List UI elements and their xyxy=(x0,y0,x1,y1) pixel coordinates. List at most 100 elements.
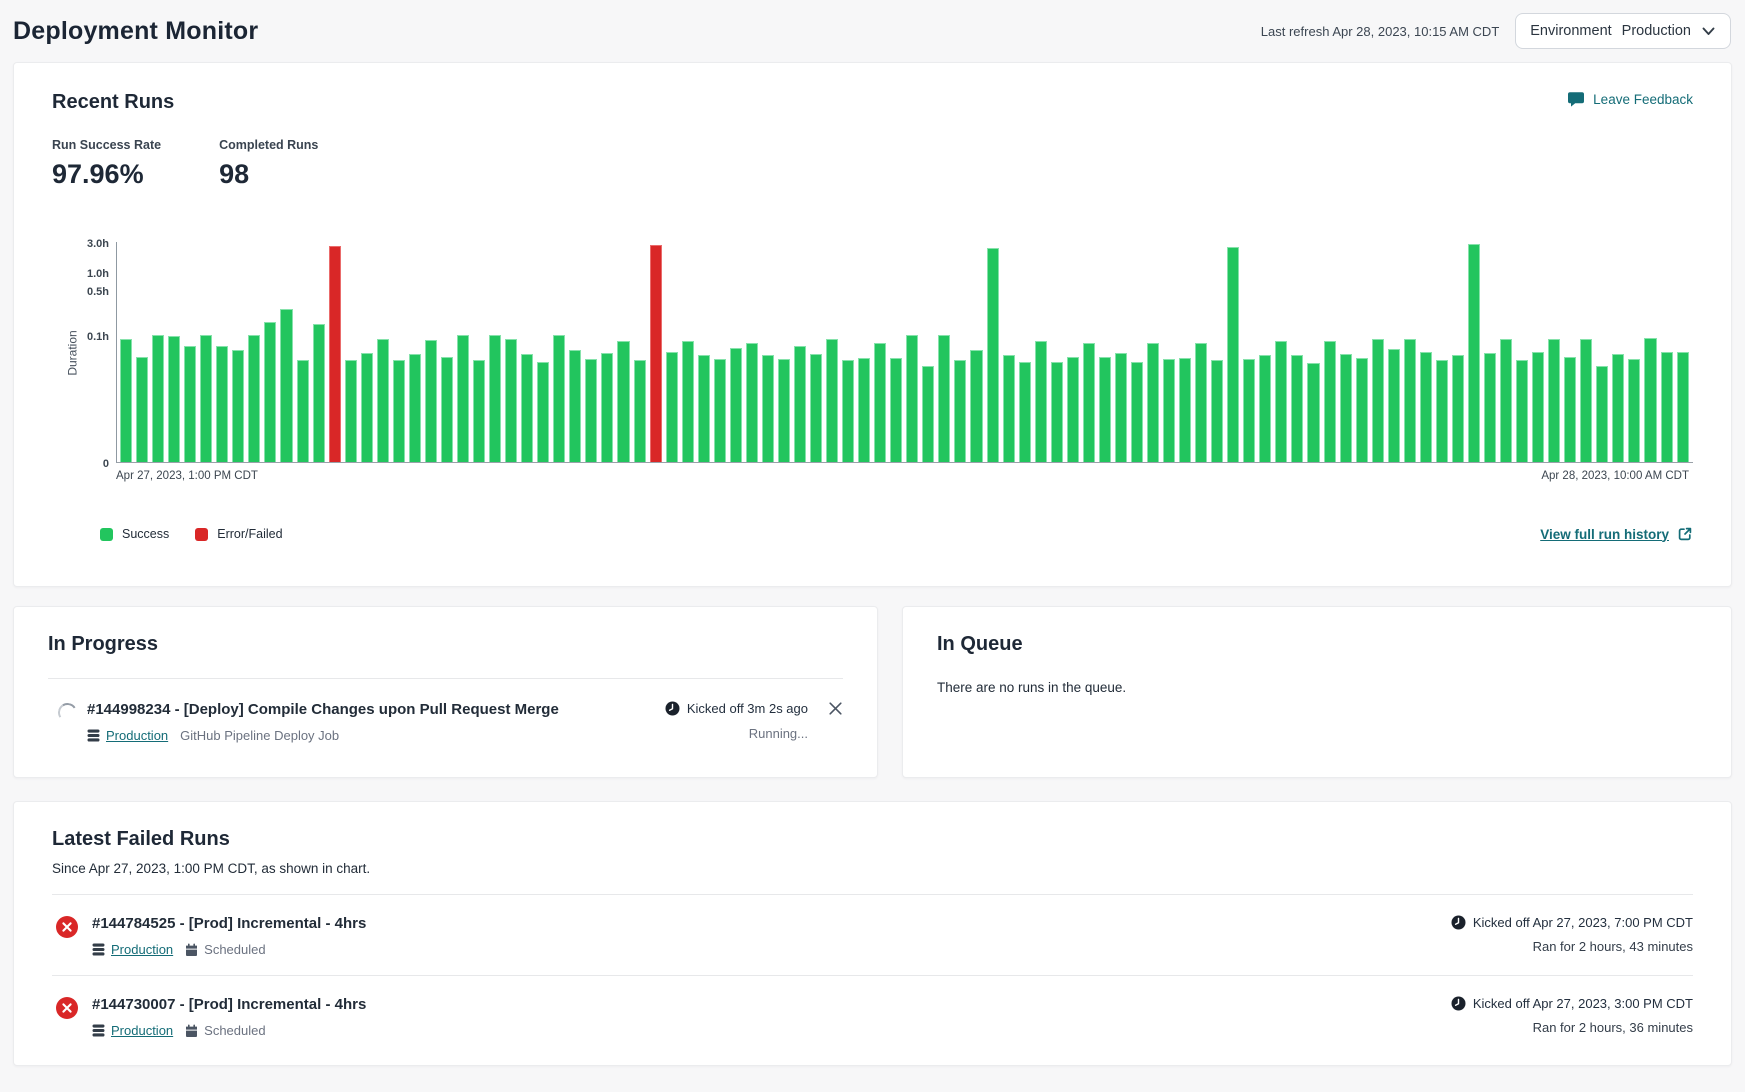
chart-bar-success[interactable] xyxy=(954,360,966,462)
chart-bar-success[interactable] xyxy=(938,335,950,462)
environment-dropdown[interactable]: Environment Production xyxy=(1515,13,1731,49)
chart-bar-success[interactable] xyxy=(826,339,838,462)
chart-bar-success[interactable] xyxy=(505,339,517,462)
chart-bar-success[interactable] xyxy=(489,335,501,462)
chart-bar-success[interactable] xyxy=(1404,339,1416,462)
chart-bar-success[interactable] xyxy=(1163,359,1175,462)
chart-bar-success[interactable] xyxy=(1243,359,1255,462)
chart-bar-success[interactable] xyxy=(537,362,549,462)
chart-bar-success[interactable] xyxy=(1564,357,1576,462)
chart-bar-success[interactable] xyxy=(1356,358,1368,462)
chart-bar-success[interactable] xyxy=(216,346,228,462)
chart-bar-success[interactable] xyxy=(136,357,148,462)
chart-bar-success[interactable] xyxy=(457,335,469,462)
chart-bar-success[interactable] xyxy=(1179,358,1191,462)
chart-bar-success[interactable] xyxy=(1227,247,1239,462)
chart-bar-success[interactable] xyxy=(152,335,164,462)
chart-bar-success[interactable] xyxy=(1115,353,1127,462)
chart-bar-success[interactable] xyxy=(409,354,421,462)
chart-bar-success[interactable] xyxy=(1019,362,1031,462)
chart-bar-success[interactable] xyxy=(890,358,902,462)
chart-bar-success[interactable] xyxy=(1532,352,1544,463)
chart-bar-success[interactable] xyxy=(1468,244,1480,463)
chart-bar-success[interactable] xyxy=(601,353,613,462)
chart-bar-success[interactable] xyxy=(1420,352,1432,463)
chart-bar-success[interactable] xyxy=(794,346,806,462)
chart-bar-success[interactable] xyxy=(1596,366,1608,463)
chart-bar-success[interactable] xyxy=(922,366,934,463)
chart-bar-success[interactable] xyxy=(858,358,870,462)
chart-bar-success[interactable] xyxy=(1436,360,1448,462)
environment-link[interactable]: Production xyxy=(92,1023,173,1038)
chart-bar-success[interactable] xyxy=(1388,349,1400,462)
chart-bar-success[interactable] xyxy=(1035,341,1047,462)
chart-bar-success[interactable] xyxy=(1644,338,1656,463)
chart-bar-success[interactable] xyxy=(1324,341,1336,462)
chart-bar-success[interactable] xyxy=(1147,343,1159,462)
chart-bar-error[interactable] xyxy=(329,246,341,462)
chart-bar-success[interactable] xyxy=(1051,362,1063,462)
chart-bar-success[interactable] xyxy=(1484,353,1496,462)
chart-bar-success[interactable] xyxy=(1548,339,1560,462)
chart-bar-success[interactable] xyxy=(874,343,886,462)
chart-bar-success[interactable] xyxy=(120,339,132,462)
chart-bar-success[interactable] xyxy=(248,335,260,463)
chart-bar-success[interactable] xyxy=(617,341,629,462)
chart-bar-success[interactable] xyxy=(297,360,309,462)
chart-bar-success[interactable] xyxy=(1661,352,1673,463)
chart-bar-success[interactable] xyxy=(1083,343,1095,462)
chart-bar-success[interactable] xyxy=(1340,354,1352,462)
chart-bar-success[interactable] xyxy=(553,335,565,462)
chart-bar-success[interactable] xyxy=(714,359,726,462)
chart-bar-success[interactable] xyxy=(1195,343,1207,462)
environment-link[interactable]: Production xyxy=(87,728,168,743)
chart-bar-success[interactable] xyxy=(1452,355,1464,462)
chart-bar-success[interactable] xyxy=(1307,363,1319,462)
chart-bar-success[interactable] xyxy=(361,353,373,462)
chart-bar-success[interactable] xyxy=(987,248,999,462)
chart-bar-success[interactable] xyxy=(970,350,982,462)
chart-bar-success[interactable] xyxy=(1500,339,1512,462)
chart-bar-success[interactable] xyxy=(762,355,774,462)
chart-bar-success[interactable] xyxy=(168,336,180,462)
chart-bar-success[interactable] xyxy=(1291,355,1303,462)
chart-bar-success[interactable] xyxy=(906,335,918,463)
close-icon[interactable] xyxy=(828,701,843,716)
chart-bar-success[interactable] xyxy=(393,360,405,462)
chart-bar-success[interactable] xyxy=(1259,355,1271,462)
chart-bar-success[interactable] xyxy=(441,357,453,462)
chart-bar-success[interactable] xyxy=(1003,355,1015,462)
chart-bar-success[interactable] xyxy=(746,343,758,462)
chart-bar-success[interactable] xyxy=(1131,362,1143,462)
chart-bar-success[interactable] xyxy=(634,360,646,462)
chart-bar-success[interactable] xyxy=(521,354,533,462)
chart-bar-success[interactable] xyxy=(232,350,244,462)
chart-bar-error[interactable] xyxy=(650,245,662,462)
chart-bar-success[interactable] xyxy=(778,359,790,462)
chart-bar-success[interactable] xyxy=(1677,352,1689,463)
chart-bar-success[interactable] xyxy=(1099,357,1111,462)
chart-bar-success[interactable] xyxy=(264,322,276,462)
chart-bar-success[interactable] xyxy=(1211,360,1223,462)
chart-bar-success[interactable] xyxy=(666,352,678,463)
environment-link[interactable]: Production xyxy=(92,942,173,957)
chart-bar-success[interactable] xyxy=(1628,359,1640,462)
chart-bar-success[interactable] xyxy=(569,350,581,462)
chart-bar-success[interactable] xyxy=(377,339,389,462)
chart-bar-success[interactable] xyxy=(1516,360,1528,462)
chart-bar-success[interactable] xyxy=(280,309,292,462)
chart-bar-success[interactable] xyxy=(1372,339,1384,462)
view-full-run-history-link[interactable]: View full run history xyxy=(1540,526,1693,542)
chart-bar-success[interactable] xyxy=(698,355,710,462)
leave-feedback-link[interactable]: Leave Feedback xyxy=(1567,91,1693,108)
chart-bar-success[interactable] xyxy=(345,360,357,462)
chart-bar-success[interactable] xyxy=(1612,354,1624,462)
chart-bar-success[interactable] xyxy=(425,340,437,462)
chart-bar-success[interactable] xyxy=(184,346,196,462)
chart-bar-success[interactable] xyxy=(1067,357,1079,462)
chart-bar-success[interactable] xyxy=(585,359,597,462)
chart-bar-success[interactable] xyxy=(313,324,325,462)
chart-bar-success[interactable] xyxy=(842,360,854,462)
chart-bar-success[interactable] xyxy=(200,335,212,462)
chart-bar-success[interactable] xyxy=(810,354,822,462)
